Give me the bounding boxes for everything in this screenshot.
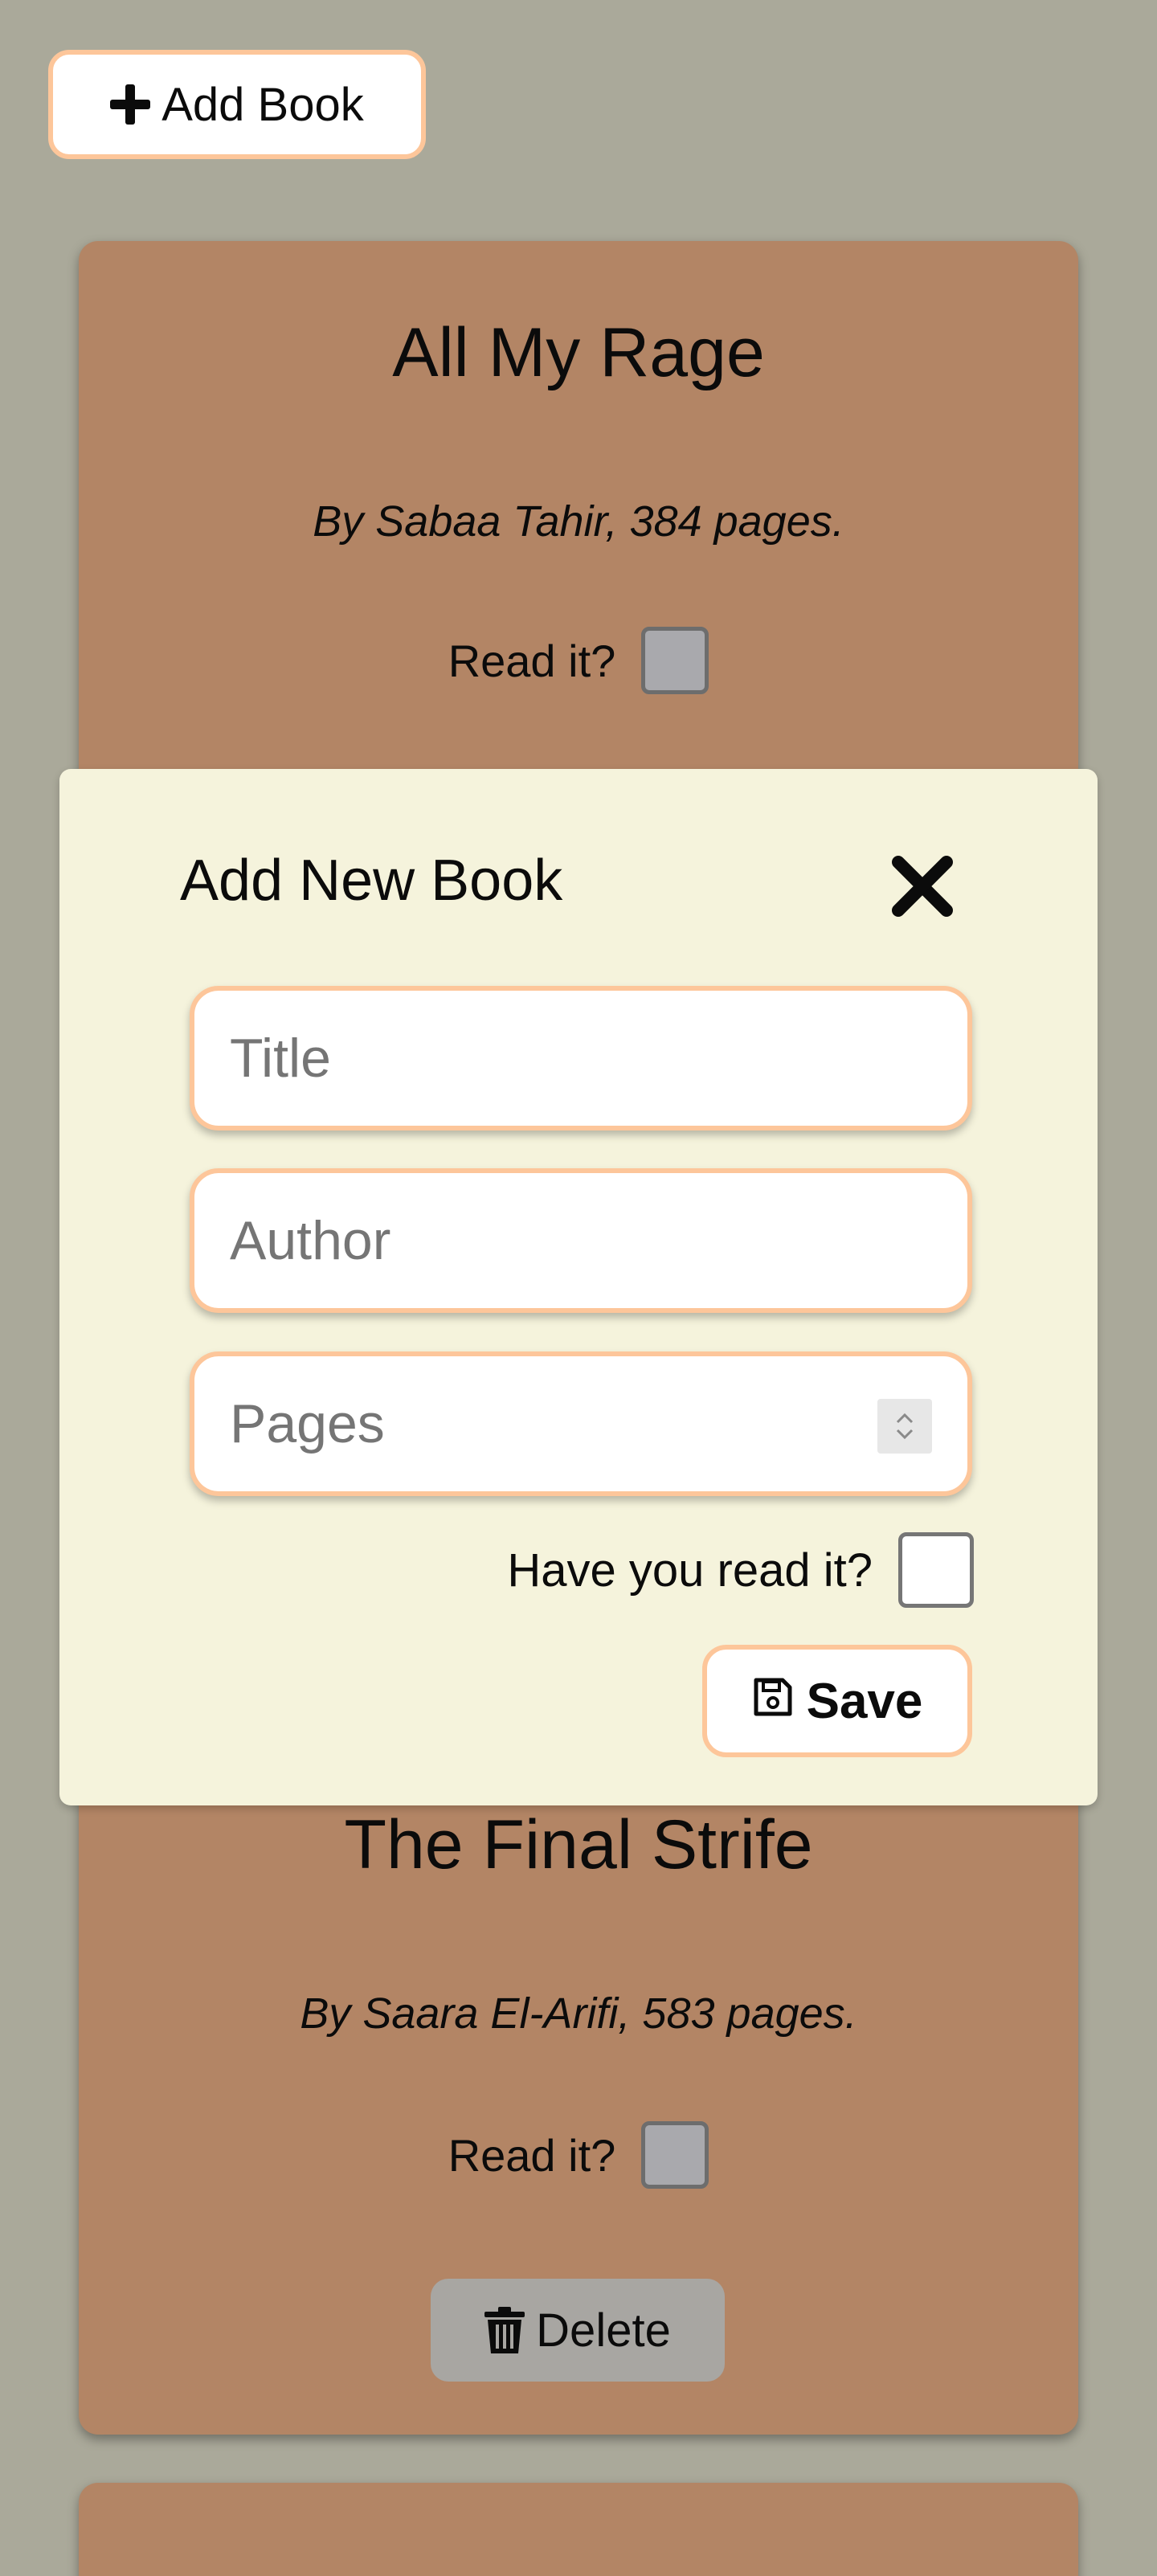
trash-icon: [484, 2307, 525, 2353]
save-button[interactable]: Save: [702, 1645, 972, 1757]
number-stepper[interactable]: [877, 1399, 932, 1454]
book-title: All My Rage: [392, 314, 765, 391]
book-meta: By Sabaa Tahir, 384 pages.: [313, 497, 844, 546]
title-input[interactable]: [230, 1027, 932, 1090]
title-field[interactable]: [190, 986, 972, 1131]
book-title: The Final Strife: [344, 1806, 813, 1883]
have-read-checkbox[interactable]: [898, 1532, 974, 1608]
add-book-dialog: Add New Book Have you: [59, 769, 1098, 1805]
book-card: [79, 2483, 1078, 2576]
chevron-up-icon: [896, 1413, 914, 1424]
floppy-disk-icon: [752, 1673, 794, 1730]
book-card: The Final Strife By Saara El-Arifi, 583 …: [79, 1719, 1078, 2435]
read-toggle-row: Read it?: [79, 2121, 1078, 2189]
save-label: Save: [806, 1673, 923, 1729]
add-book-label: Add Book: [161, 78, 364, 131]
read-label: Read it?: [448, 2129, 616, 2181]
add-book-button[interactable]: Add Book: [48, 50, 426, 159]
plus-icon: [110, 84, 151, 125]
chevron-down-icon: [896, 1429, 914, 1440]
read-toggle-row: Read it?: [79, 627, 1078, 694]
dialog-title: Add New Book: [180, 848, 563, 913]
have-read-label: Have you read it?: [507, 1544, 873, 1597]
page: Add Book All My Rage By Sabaa Tahir, 384…: [0, 0, 1157, 2576]
read-checkbox[interactable]: [641, 627, 709, 694]
read-checkbox[interactable]: [641, 2121, 709, 2189]
book-card: All My Rage By Sabaa Tahir, 384 pages. R…: [79, 241, 1078, 803]
pages-field[interactable]: [190, 1351, 972, 1496]
have-read-row: Have you read it?: [507, 1532, 974, 1608]
delete-label: Delete: [536, 2304, 671, 2357]
author-field[interactable]: [190, 1168, 972, 1313]
book-meta: By Saara El-Arifi, 583 pages.: [300, 1989, 857, 2038]
close-icon[interactable]: [890, 854, 955, 918]
delete-button[interactable]: Delete: [431, 2279, 725, 2382]
read-label: Read it?: [448, 635, 616, 686]
pages-input[interactable]: [230, 1392, 932, 1455]
author-input[interactable]: [230, 1209, 932, 1272]
